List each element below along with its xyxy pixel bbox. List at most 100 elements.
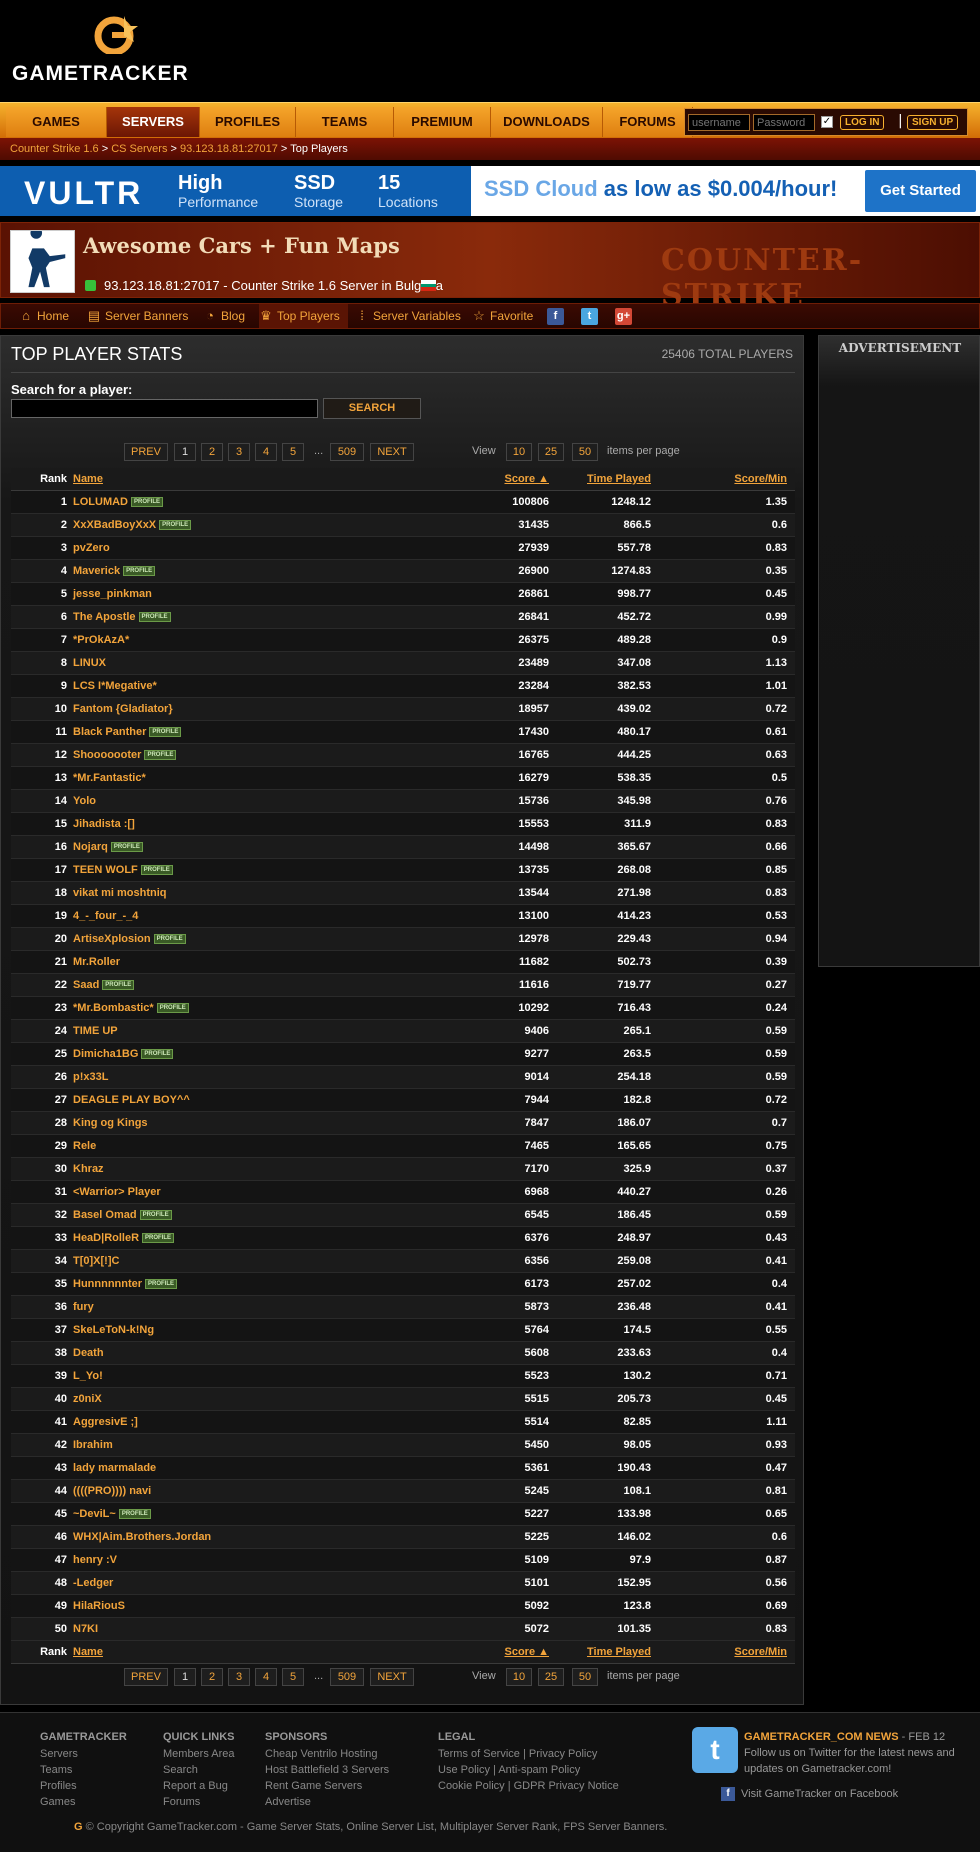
breadcrumb-link-servers[interactable]: CS Servers <box>111 143 167 155</box>
name-column-header[interactable]: Name <box>73 468 103 490</box>
player-name-link[interactable]: Yolo <box>73 795 96 807</box>
footer-link[interactable]: Use Policy | Anti-spam Policy <box>438 1762 619 1778</box>
breadcrumb-link-server[interactable]: 93.123.18.81:27017 <box>180 143 278 155</box>
profile-badge[interactable]: PROFILE <box>153 934 186 945</box>
player-name-link[interactable]: T[0]X[!]C <box>73 1255 119 1267</box>
google-plus-icon[interactable]: g+ <box>615 308 632 325</box>
footer-link[interactable]: Rent Game Servers <box>265 1778 389 1794</box>
player-name-link[interactable]: Shooooooter <box>73 749 141 761</box>
profile-badge[interactable]: PROFILE <box>139 1210 172 1221</box>
player-name-link[interactable]: <Warrior> Player <box>73 1186 161 1198</box>
page-size-option[interactable]: 50 <box>572 1668 598 1686</box>
footer-link[interactable]: Report a Bug <box>163 1778 235 1794</box>
page-button[interactable]: 2 <box>201 1668 223 1686</box>
player-name-link[interactable]: Ibrahim <box>73 1439 113 1451</box>
subnav-home[interactable]: ⌂ Home <box>19 304 69 328</box>
page-button[interactable]: 509 <box>330 1668 364 1686</box>
player-name-link[interactable]: Dimicha1BG <box>73 1048 138 1060</box>
player-name-link[interactable]: z0niX <box>73 1393 102 1405</box>
profile-badge[interactable]: PROFILE <box>149 727 182 738</box>
time-column-header[interactable]: Time Played <box>561 468 651 490</box>
profile-badge[interactable]: PROFILE <box>131 497 164 508</box>
page-button[interactable]: 1 <box>174 443 196 461</box>
twitter-icon[interactable]: t <box>581 308 598 325</box>
page-size-option[interactable]: 10 <box>506 443 532 461</box>
page-button[interactable]: 1 <box>174 1668 196 1686</box>
player-name-link[interactable]: N7KI <box>73 1623 98 1635</box>
footer-link[interactable]: Servers <box>40 1746 127 1762</box>
page-button[interactable]: 2 <box>201 443 223 461</box>
subnav-favorite[interactable]: ☆ Favorite <box>472 304 533 328</box>
player-name-link[interactable]: LINUX <box>73 657 106 669</box>
nav-tab-servers[interactable]: SERVERS <box>107 107 200 137</box>
player-name-link[interactable]: LCS I*Megative* <box>73 680 157 692</box>
footer-link[interactable]: Cheap Ventrilo Hosting <box>265 1746 389 1762</box>
player-name-link[interactable]: Black Panther <box>73 726 146 738</box>
score-column-header[interactable]: Score ▲ <box>481 1641 549 1663</box>
gametracker-logo[interactable]: GAMETRACKER <box>12 14 232 85</box>
player-name-link[interactable]: King og Kings <box>73 1117 148 1129</box>
get-started-button[interactable]: Get Started <box>865 170 976 212</box>
profile-badge[interactable]: PROFILE <box>102 980 135 991</box>
player-name-link[interactable]: TIME UP <box>73 1025 118 1037</box>
player-name-link[interactable]: Saad <box>73 979 99 991</box>
profile-badge[interactable]: PROFILE <box>144 750 177 761</box>
subnav-top-players[interactable]: ♛ Top Players <box>259 304 348 328</box>
page-button[interactable]: 509 <box>330 443 364 461</box>
subnav-server-variables[interactable]: ⁞ Server Variables <box>355 304 461 328</box>
player-name-link[interactable]: Rele <box>73 1140 96 1152</box>
footer-link[interactable]: Terms of Service | Privacy Policy <box>438 1746 619 1762</box>
player-name-link[interactable]: Hunnnnnnter <box>73 1278 142 1290</box>
login-button[interactable]: LOG IN <box>840 115 885 130</box>
profile-badge[interactable]: PROFILE <box>140 865 173 876</box>
signup-button[interactable]: SIGN UP <box>907 115 959 130</box>
player-name-link[interactable]: *PrOkAzA* <box>73 634 129 646</box>
player-name-link[interactable]: Nojarq <box>73 841 108 853</box>
prev-page-button[interactable]: PREV <box>124 443 168 461</box>
player-name-link[interactable]: pvZero <box>73 542 110 554</box>
nav-tab-forums[interactable]: FORUMS <box>603 107 693 137</box>
player-name-link[interactable]: L_Yo! <box>73 1370 103 1382</box>
footer-link[interactable]: Host Battlefield 3 Servers <box>265 1762 389 1778</box>
nav-tab-downloads[interactable]: DOWNLOADS <box>491 107 603 137</box>
score-per-min-column-header[interactable]: Score/Min <box>661 468 787 490</box>
profile-badge[interactable]: PROFILE <box>159 520 192 531</box>
score-per-min-column-header[interactable]: Score/Min <box>661 1641 787 1663</box>
player-name-link[interactable]: HeaD|RolleR <box>73 1232 139 1244</box>
next-page-button[interactable]: NEXT <box>370 443 414 461</box>
player-name-link[interactable]: Fantom {Gladiator} <box>73 703 173 715</box>
name-column-header[interactable]: Name <box>73 1641 103 1663</box>
profile-badge[interactable]: PROFILE <box>110 842 143 853</box>
player-name-link[interactable]: Mr.Roller <box>73 956 120 968</box>
player-name-link[interactable]: LOLUMAD <box>73 496 128 508</box>
player-name-link[interactable]: SkeLeToN-k!Ng <box>73 1324 154 1336</box>
player-name-link[interactable]: HilaRiouS <box>73 1600 125 1612</box>
profile-badge[interactable]: PROFILE <box>142 1233 175 1244</box>
player-name-link[interactable]: Basel Omad <box>73 1209 137 1221</box>
player-name-link[interactable]: ArtiseXplosion <box>73 933 151 945</box>
player-name-link[interactable]: p!x33L <box>73 1071 108 1083</box>
player-name-link[interactable]: lady marmalade <box>73 1462 156 1474</box>
page-button[interactable]: 5 <box>282 443 304 461</box>
page-size-option[interactable]: 10 <box>506 1668 532 1686</box>
profile-badge[interactable]: PROFILE <box>138 612 171 623</box>
player-name-link[interactable]: TEEN WOLF <box>73 864 138 876</box>
page-button[interactable]: 3 <box>228 1668 250 1686</box>
twitter-bird-icon[interactable]: t <box>692 1727 738 1773</box>
facebook-link[interactable]: f Visit GameTracker on Facebook <box>721 1787 898 1801</box>
search-button[interactable]: SEARCH <box>323 398 421 419</box>
player-name-link[interactable]: henry :V <box>73 1554 117 1566</box>
footer-link[interactable]: Search <box>163 1762 235 1778</box>
remember-checkbox[interactable]: ✓ <box>821 116 833 128</box>
page-size-option[interactable]: 50 <box>572 443 598 461</box>
profile-badge[interactable]: PROFILE <box>123 566 156 577</box>
facebook-icon[interactable]: f <box>547 308 564 325</box>
player-name-link[interactable]: ~DeviL~ <box>73 1508 116 1520</box>
prev-page-button[interactable]: PREV <box>124 1668 168 1686</box>
player-name-link[interactable]: jesse_pinkman <box>73 588 152 600</box>
player-name-link[interactable]: The Apostle <box>73 611 136 623</box>
player-name-link[interactable]: Khraz <box>73 1163 104 1175</box>
nav-tab-premium[interactable]: PREMIUM <box>394 107 491 137</box>
player-search-input[interactable] <box>11 399 318 418</box>
page-size-option[interactable]: 25 <box>538 443 564 461</box>
